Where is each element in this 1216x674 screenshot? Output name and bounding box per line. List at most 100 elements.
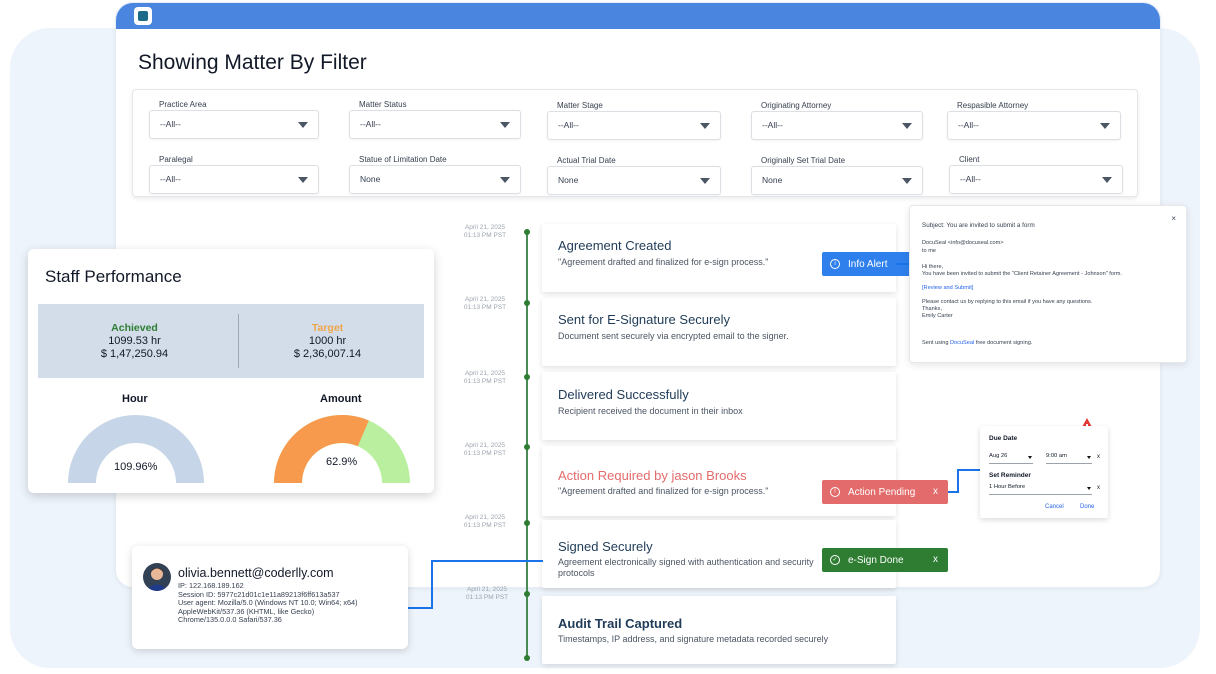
event-title: Signed Securely (558, 539, 653, 554)
close-icon[interactable]: x (933, 486, 938, 497)
filter-value: None (360, 174, 381, 184)
matter-status-select[interactable]: --All-- (349, 110, 521, 139)
chevron-down-icon (500, 177, 510, 183)
chevron-down-icon (500, 122, 510, 128)
actual-trial-date-select[interactable]: None (547, 166, 721, 195)
docuseal-link[interactable]: DocuSeal (950, 340, 974, 346)
filter-practice-area[interactable]: Practice Area --All-- (149, 100, 319, 139)
info-icon: i (830, 259, 840, 269)
event-timestamp: April 21, 2025 01:13 PM PST (465, 586, 509, 601)
alert-circle-icon: ! (830, 487, 840, 497)
timeline-dot (524, 444, 530, 450)
chevron-down-icon (902, 178, 912, 184)
connector-line (957, 469, 981, 471)
filter-label: Originally Set Trial Date (761, 156, 846, 165)
hour-gauge-label: Hour (122, 393, 148, 405)
filter-label: Actual Trial Date (557, 156, 616, 165)
filter-panel: Practice Area --All-- Matter Status --Al… (132, 89, 1138, 197)
timeline-dot (524, 591, 530, 597)
achieved-hours: 1099.53 hr (108, 335, 161, 347)
email-to: to me (922, 248, 936, 254)
session-details: IP: 122.168.189.162 Session ID: 5977c21d… (178, 581, 403, 625)
responsible-attorney-select[interactable]: --All-- (947, 111, 1121, 140)
email-thanks: Thanks, (922, 306, 942, 312)
statute-date-select[interactable]: None (349, 165, 521, 194)
chevron-down-icon (902, 123, 912, 129)
filter-paralegal[interactable]: Paralegal --All-- (149, 155, 319, 194)
chip-label: e-Sign Done (848, 554, 904, 566)
timeline-card-audit-trail[interactable]: Audit Trail Captured Timestamps, IP addr… (542, 596, 896, 664)
chevron-down-icon (298, 122, 308, 128)
filter-responsible-attorney[interactable]: Respasible Attorney --All-- (947, 101, 1121, 140)
timeline-card-delivered[interactable]: Delivered Successfully Recipient receive… (542, 372, 896, 440)
esign-done-chip[interactable]: ✓ e-Sign Done x (822, 548, 948, 572)
user-session-card: olivia.bennett@coderlly.com IP: 122.168.… (132, 546, 408, 649)
due-date-popup: Due Date Aug 26 9:00 am x Set Reminder 1… (980, 426, 1108, 518)
date-select[interactable]: Aug 26 (989, 453, 1033, 464)
card-title: Staff Performance (45, 267, 182, 286)
email-greeting: Hi there, (922, 264, 944, 270)
event-description: Timestamps, IP address, and signature me… (558, 634, 829, 644)
event-timestamp: April 21, 2025 01:13 PM PST (463, 296, 507, 311)
check-icon: ✓ (830, 555, 840, 565)
event-timestamp: April 21, 2025 01:13 PM PST (463, 224, 507, 239)
timeline-dot (524, 229, 530, 235)
app-logo-icon[interactable] (134, 7, 152, 25)
filter-actual-trial-date[interactable]: Actual Trial Date None (547, 156, 721, 195)
timeline-dot (524, 300, 530, 306)
event-description: Recipient received the document in their… (558, 406, 743, 416)
connector-line (957, 469, 959, 493)
email-footer: Sent using DocuSeal free document signin… (922, 340, 1033, 346)
practice-area-select[interactable]: --All-- (149, 110, 319, 139)
filter-value: --All-- (958, 120, 979, 130)
close-icon[interactable]: x (933, 554, 938, 565)
clear-time-icon[interactable]: x (1097, 454, 1100, 460)
email-preview: × Subject: You are invited to submit a f… (909, 205, 1187, 363)
chip-label: Info Alert (848, 258, 888, 270)
filter-statute-of-limitation[interactable]: Statue of Limitation Date None (349, 155, 521, 194)
timeline-card-sent-for-signature[interactable]: Sent for E-Signature Securely Document s… (542, 298, 896, 366)
filter-originating-attorney[interactable]: Originating Attorney --All-- (751, 101, 923, 140)
amount-gauge-value: 62.9% (326, 456, 358, 468)
filter-value: --All-- (160, 174, 181, 184)
client-select[interactable]: --All-- (949, 165, 1123, 194)
event-description: Document sent securely via encrypted ema… (558, 331, 789, 341)
clear-reminder-icon[interactable]: x (1097, 485, 1100, 491)
filter-label: Matter Stage (557, 101, 603, 110)
target-stat: Target 1000 hr $ 2,36,007.14 (231, 322, 424, 361)
filter-matter-stage[interactable]: Matter Stage --All-- (547, 101, 721, 140)
matter-stage-select[interactable]: --All-- (547, 111, 721, 140)
cancel-button[interactable]: Cancel (1045, 504, 1064, 510)
user-agent-line: Chrome/135.0.0.0 Safari/537.36 (178, 615, 282, 625)
done-button[interactable]: Done (1080, 504, 1094, 510)
event-timestamp: April 21, 2025 01:13 PM PST (463, 514, 507, 529)
hour-gauge (68, 415, 204, 483)
chevron-down-icon (700, 178, 710, 184)
filter-label: Respasible Attorney (957, 101, 1029, 110)
reminder-select[interactable]: 1 Hour Before (989, 484, 1092, 495)
top-bar (116, 3, 1160, 29)
filter-label: Paralegal (159, 155, 193, 164)
filter-label: Client (959, 155, 980, 164)
chevron-down-icon (700, 123, 710, 129)
action-pending-chip[interactable]: ! Action Pending x (822, 480, 948, 504)
review-submit-link[interactable]: [Review and Submit] (922, 285, 973, 291)
stats-summary: Achieved 1099.53 hr $ 1,47,250.94 Target… (38, 304, 424, 378)
target-amount: $ 2,36,007.14 (293, 348, 362, 360)
event-timestamp: April 21, 2025 01:13 PM PST (463, 442, 507, 457)
originating-attorney-select[interactable]: --All-- (751, 111, 923, 140)
time-select[interactable]: 9:00 am (1046, 453, 1092, 464)
email-from: DocuSeal <info@docuseal.com> (922, 240, 1004, 246)
filter-value: None (558, 175, 579, 185)
original-trial-date-select[interactable]: None (751, 166, 923, 195)
close-icon[interactable]: × (1171, 214, 1176, 223)
filter-matter-status[interactable]: Matter Status --All-- (349, 100, 521, 139)
chevron-down-icon (1102, 177, 1112, 183)
filter-original-trial-date[interactable]: Originally Set Trial Date None (751, 156, 923, 195)
event-title: Audit Trail Captured (558, 616, 683, 631)
paralegal-select[interactable]: --All-- (149, 165, 319, 194)
filter-client[interactable]: Client --All-- (949, 155, 1123, 194)
event-description: Agreement electronically signed with aut… (558, 557, 814, 578)
connector-line (431, 560, 543, 562)
filter-value: --All-- (360, 119, 381, 129)
